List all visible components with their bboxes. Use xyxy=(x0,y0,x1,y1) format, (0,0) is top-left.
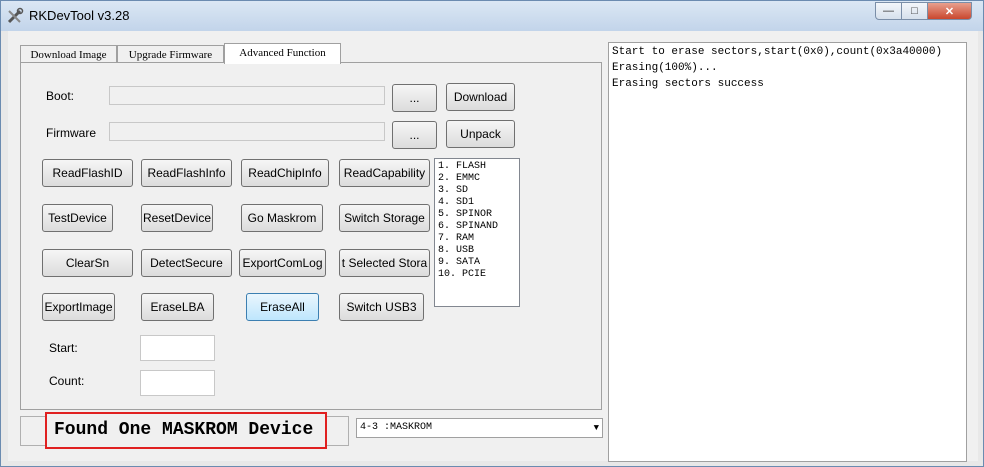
storage-list-item[interactable]: 5. SPINOR xyxy=(438,209,519,221)
device-select-value: 4-3 :MASKROM xyxy=(360,422,433,433)
app-window: RKDevTool v3.28 — □ ✕ Download Image Upg… xyxy=(0,0,984,467)
storage-list-item[interactable]: 9. SATA xyxy=(438,257,519,269)
dropdown-arrow-icon[interactable]: ▼ xyxy=(594,419,599,437)
device-select[interactable]: 4-3 :MASKROM ▼ xyxy=(356,418,603,438)
export-com-log-button[interactable]: ExportComLog xyxy=(239,249,326,277)
window-controls: — □ ✕ xyxy=(875,2,972,20)
tab-advanced-function[interactable]: Advanced Function xyxy=(224,43,341,64)
storage-list-item[interactable]: 7. RAM xyxy=(438,233,519,245)
read-flash-info-button[interactable]: ReadFlashInfo xyxy=(141,159,232,187)
boot-label: Boot: xyxy=(46,89,75,103)
unpack-button[interactable]: Unpack xyxy=(446,120,515,148)
storage-list-item[interactable]: 6. SPINAND xyxy=(438,221,519,233)
boot-browse-button[interactable]: ... xyxy=(392,84,437,112)
device-status-message: Found One MASKROM Device xyxy=(45,412,327,449)
count-input[interactable] xyxy=(140,370,215,396)
window-title: RKDevTool v3.28 xyxy=(29,8,130,23)
storage-list-item[interactable]: 3. SD xyxy=(438,185,519,197)
count-label: Count: xyxy=(49,374,85,388)
erase-lba-button[interactable]: EraseLBA xyxy=(141,293,214,321)
log-output[interactable]: Start to erase sectors,start(0x0),count(… xyxy=(608,42,967,462)
minimize-button[interactable]: — xyxy=(875,2,902,20)
read-flash-id-button[interactable]: ReadFlashID xyxy=(42,159,133,187)
storage-list-item[interactable]: 1. FLASH xyxy=(438,161,519,173)
firmware-path-field[interactable] xyxy=(109,122,385,141)
maximize-button[interactable]: □ xyxy=(902,2,928,20)
title-bar[interactable]: RKDevTool v3.28 — □ ✕ xyxy=(1,1,983,31)
tab-upgrade-firmware[interactable]: Upgrade Firmware xyxy=(117,45,224,63)
firmware-label: Firmware xyxy=(46,126,96,140)
close-button[interactable]: ✕ xyxy=(928,2,972,20)
storage-listbox[interactable]: 1. FLASH 2. EMMC 3. SD 4. SD1 5. SPINOR … xyxy=(434,158,520,307)
switch-usb3-button[interactable]: Switch USB3 xyxy=(339,293,424,321)
erase-all-button[interactable]: EraseAll xyxy=(246,293,319,321)
export-selected-storage-button[interactable]: t Selected Stora xyxy=(339,249,430,277)
start-input[interactable] xyxy=(140,335,215,361)
app-tools-icon xyxy=(7,7,24,24)
download-button[interactable]: Download xyxy=(446,83,515,111)
storage-list-item[interactable]: 2. EMMC xyxy=(438,173,519,185)
reset-device-button[interactable]: ResetDevice xyxy=(141,204,213,232)
boot-path-field[interactable] xyxy=(109,86,385,105)
storage-list-item[interactable]: 8. USB xyxy=(438,245,519,257)
log-line: Start to erase sectors,start(0x0),count(… xyxy=(612,46,943,58)
read-chip-info-button[interactable]: ReadChipInfo xyxy=(241,159,329,187)
tab-download-image[interactable]: Download Image xyxy=(20,45,117,63)
go-maskrom-button[interactable]: Go Maskrom xyxy=(241,204,323,232)
clear-sn-button[interactable]: ClearSn xyxy=(42,249,133,277)
test-device-button[interactable]: TestDevice xyxy=(42,204,113,232)
export-image-button[interactable]: ExportImage xyxy=(42,293,115,321)
log-line: Erasing sectors success xyxy=(612,78,764,90)
log-line: Erasing(100%)... xyxy=(612,62,718,74)
firmware-browse-button[interactable]: ... xyxy=(392,121,437,149)
read-capability-button[interactable]: ReadCapability xyxy=(339,159,430,187)
switch-storage-button[interactable]: Switch Storage xyxy=(339,204,430,232)
storage-list-item[interactable]: 4. SD1 xyxy=(438,197,519,209)
start-label: Start: xyxy=(49,341,78,355)
storage-list-item[interactable]: 10. PCIE xyxy=(438,269,519,281)
detect-secure-button[interactable]: DetectSecure xyxy=(141,249,232,277)
